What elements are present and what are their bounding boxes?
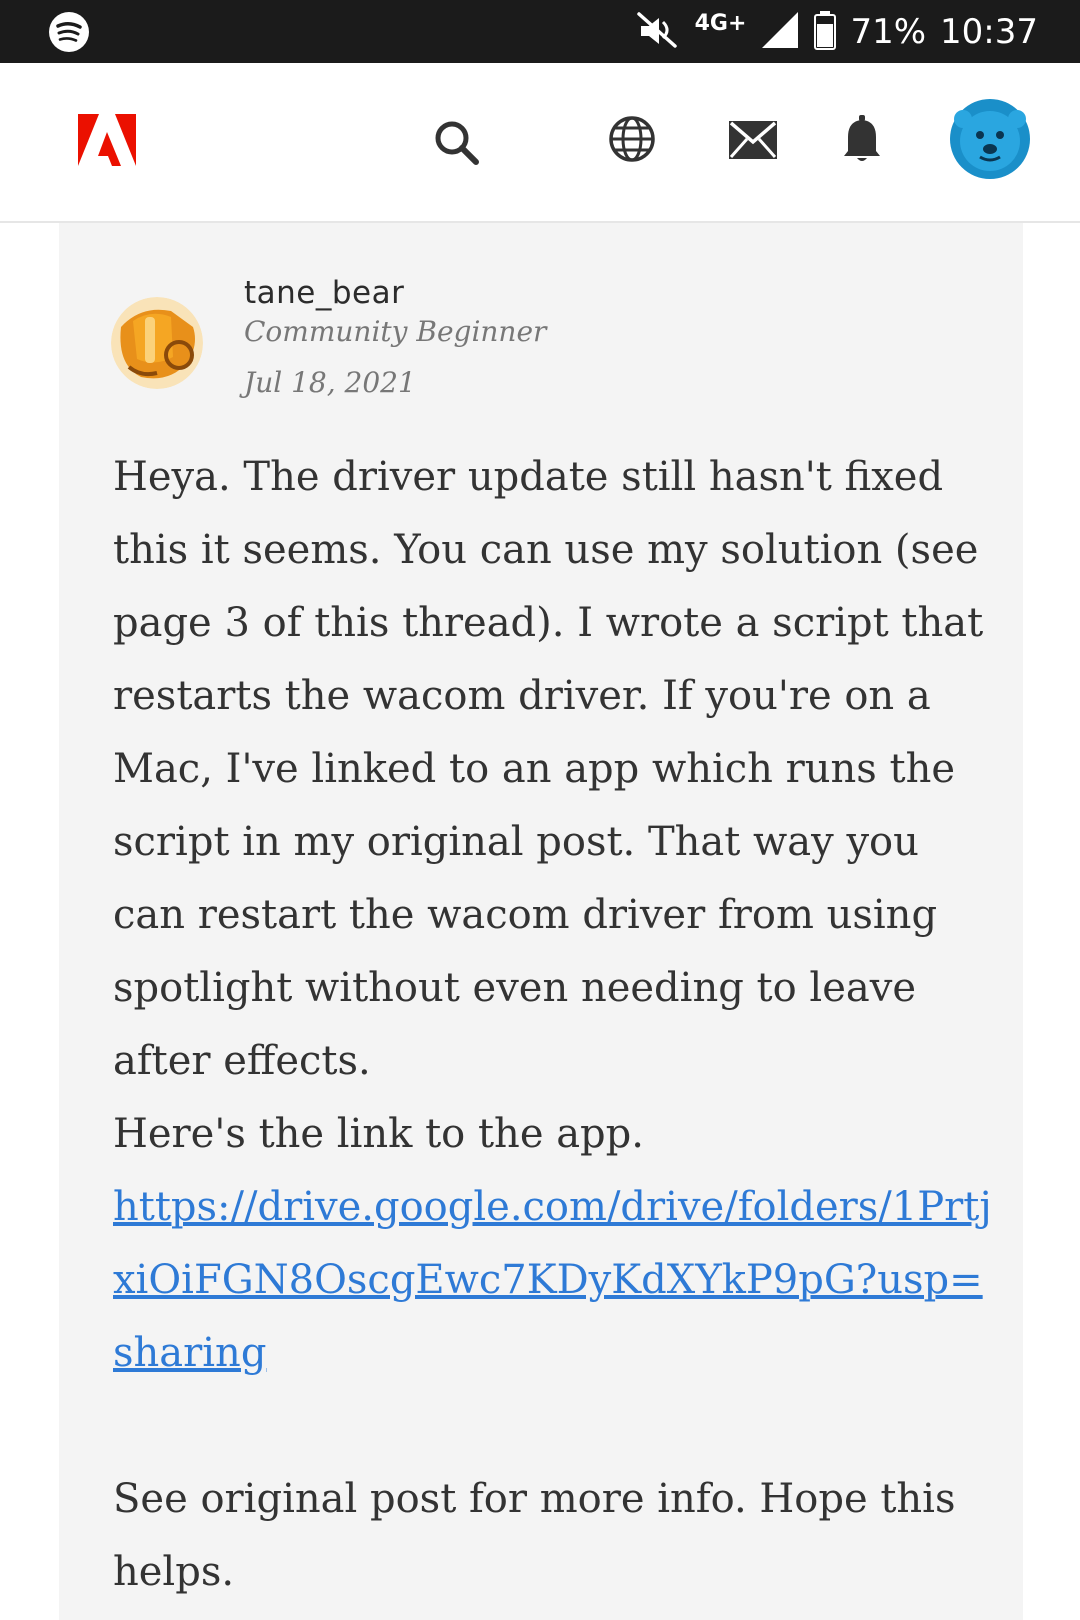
post-paragraph: See original post for more info. Hope th… xyxy=(113,1476,956,1595)
author-rank: Community Beginner xyxy=(244,315,547,348)
clock: 10:37 xyxy=(940,11,1038,52)
mail-icon[interactable] xyxy=(728,120,778,164)
adobe-logo[interactable] xyxy=(78,114,136,170)
network-type: 4G+ xyxy=(694,10,747,36)
battery-percent: 71% xyxy=(850,11,927,52)
post-paragraph: Heya. The driver update still hasn't fix… xyxy=(113,454,984,1084)
post-paragraph: Here's the link to the app. xyxy=(113,1111,644,1157)
app-download-link[interactable]: https://drive.google.com/drive/folders/1… xyxy=(113,1184,992,1376)
status-bar: 4G+ 71% 10:37 xyxy=(0,0,1080,63)
post-date: Jul 18, 2021 xyxy=(244,366,416,399)
post-body: Heya. The driver update still hasn't fix… xyxy=(113,441,1003,1609)
signal-icon xyxy=(760,10,800,54)
post-card: tane_bear Community Beginner Jul 18, 202… xyxy=(59,223,1023,1620)
author-username[interactable]: tane_bear xyxy=(244,275,404,311)
globe-icon[interactable] xyxy=(608,115,656,167)
author-avatar[interactable] xyxy=(111,297,203,389)
status-right-group: 4G+ 71% 10:37 xyxy=(633,0,1038,63)
bell-icon[interactable] xyxy=(842,115,882,167)
spotify-icon xyxy=(48,11,90,53)
mute-icon xyxy=(633,10,681,54)
top-navigation xyxy=(0,63,1080,223)
battery-icon xyxy=(814,10,837,54)
search-icon[interactable] xyxy=(434,120,480,170)
user-avatar[interactable] xyxy=(950,99,1030,183)
